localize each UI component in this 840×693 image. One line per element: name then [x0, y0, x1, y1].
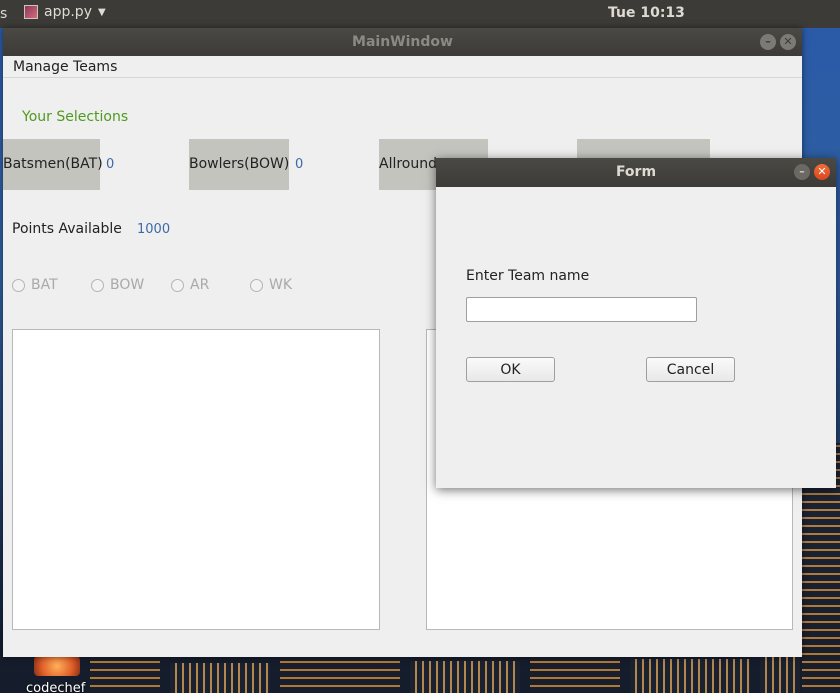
activities-button[interactable]: s [0, 6, 7, 22]
main-window-titlebar[interactable]: MainWindow – ✕ [3, 28, 802, 56]
radio-wk[interactable]: WK [250, 277, 292, 293]
form-dialog-titlebar[interactable]: Form – ✕ [436, 158, 836, 187]
team-name-input[interactable] [466, 297, 697, 322]
radio-icon[interactable] [91, 278, 104, 292]
radio-icon[interactable] [12, 278, 25, 292]
menu-manage-teams[interactable]: Manage Teams [13, 59, 117, 75]
radio-label: AR [190, 277, 210, 293]
bowlers-count: 0 [295, 157, 304, 172]
points-available-value: 1000 [137, 222, 171, 237]
desktop-icon-label[interactable]: codechef [26, 681, 85, 693]
dropdown-arrow-icon: ▼ [97, 6, 106, 18]
radio-icon[interactable] [250, 278, 263, 292]
minimize-icon[interactable]: – [794, 164, 810, 180]
batsmen-count: 0 [106, 157, 115, 172]
app-menu[interactable]: app.py ▼ [24, 4, 106, 20]
category-label: Bowlers(BOW) [189, 156, 290, 172]
cancel-button[interactable]: Cancel [646, 357, 735, 382]
available-players-list[interactable] [12, 329, 380, 630]
radio-bow[interactable]: BOW [91, 277, 144, 293]
points-available-label: Points Available [12, 221, 122, 237]
radio-label: BAT [31, 277, 58, 293]
your-selections-label: Your Selections [22, 109, 129, 125]
ok-button[interactable]: OK [466, 357, 555, 382]
app-icon [24, 5, 38, 19]
category-label: Allround [379, 156, 438, 172]
radio-bat[interactable]: BAT [12, 277, 58, 293]
close-icon[interactable]: ✕ [780, 34, 796, 50]
top-panel: s app.py ▼ Tue 10:13 [0, 0, 840, 28]
category-batsmen-label: Batsmen(BAT) [3, 139, 103, 190]
app-menu-label: app.py [44, 4, 92, 20]
radio-ar[interactable]: AR [171, 277, 209, 293]
category-bowlers-label: Bowlers(BOW) [189, 139, 289, 190]
codechef-desktop-icon[interactable] [34, 656, 80, 676]
radio-icon[interactable] [171, 278, 184, 292]
menubar: Manage Teams [3, 56, 802, 78]
team-name-label: Enter Team name [466, 268, 590, 284]
radio-label: BOW [110, 277, 145, 293]
form-dialog-title: Form [615, 164, 657, 180]
close-icon[interactable]: ✕ [814, 164, 830, 180]
form-dialog: Form – ✕ Enter Team name OK Cancel [436, 158, 836, 488]
radio-label: WK [269, 277, 293, 293]
clock[interactable]: Tue 10:13 [608, 5, 685, 21]
minimize-icon[interactable]: – [760, 34, 776, 50]
category-label: Batsmen(BAT) [3, 156, 103, 172]
main-window-title: MainWindow [352, 34, 453, 50]
